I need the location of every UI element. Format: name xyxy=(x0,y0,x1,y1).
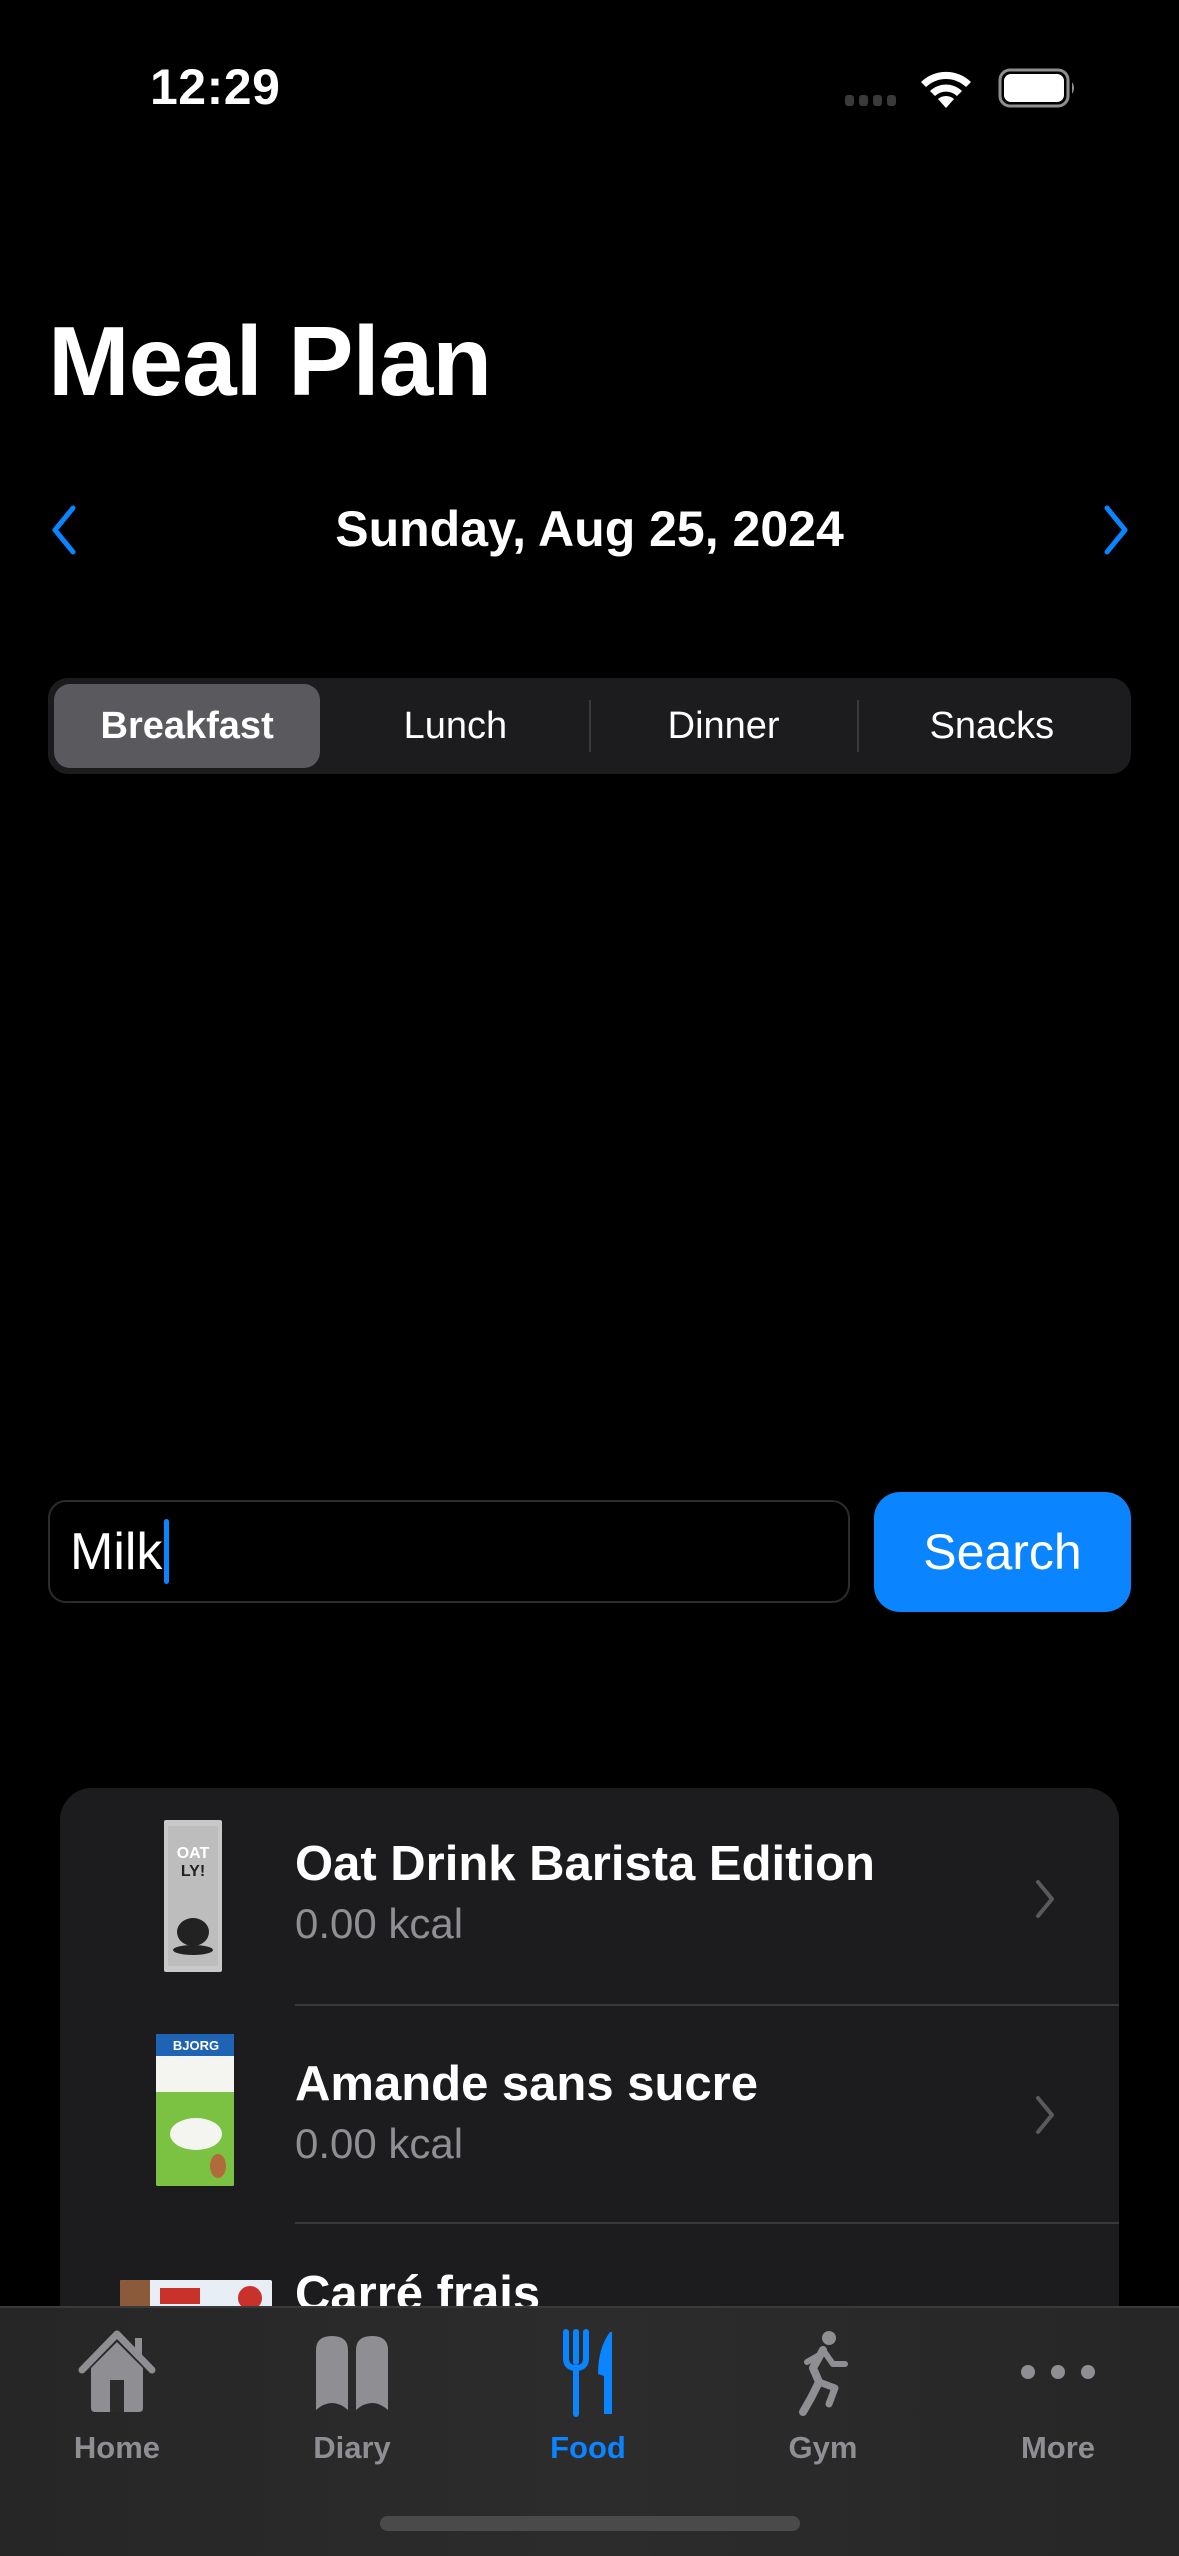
wifi-icon xyxy=(921,71,971,108)
tab-dinner[interactable]: Dinner xyxy=(591,684,857,768)
tab-snacks[interactable]: Snacks xyxy=(859,684,1125,768)
battery-full-icon xyxy=(998,68,1074,108)
signal-dots-icon xyxy=(845,95,896,106)
page-title: Meal Plan xyxy=(48,306,492,416)
svg-text:BJORG: BJORG xyxy=(173,2038,219,2053)
text-caret xyxy=(164,1519,170,1584)
tab-label: Gym xyxy=(788,2430,858,2465)
tab-label: Diary xyxy=(313,2430,391,2465)
tab-lunch[interactable]: Lunch xyxy=(322,684,588,768)
list-item[interactable]: BJORG Amande sans sucre 0.00 kcal xyxy=(60,2006,1119,2222)
fork-knife-icon xyxy=(563,2329,612,2417)
tab-label: Home xyxy=(73,2430,161,2465)
search-button[interactable]: Search xyxy=(874,1492,1131,1612)
chevron-right-icon xyxy=(1036,1880,1054,1918)
chevron-right-icon[interactable] xyxy=(1095,500,1135,560)
list-item[interactable]: Carré frais xyxy=(60,2224,1119,2308)
tab-breakfast[interactable]: Breakfast xyxy=(54,684,321,768)
meal-segmented-control: Breakfast Lunch Dinner Snacks xyxy=(48,678,1131,774)
result-kcal: 0.00 kcal xyxy=(295,1900,464,1947)
chevron-right-icon xyxy=(1036,2096,1054,2134)
list-item[interactable]: OAT LY! Oat Drink Barista Edition 0.00 k… xyxy=(60,1788,1119,2004)
book-icon xyxy=(316,2336,388,2410)
home-indicator[interactable] xyxy=(380,2516,800,2531)
oatly-carton-image: OAT LY! xyxy=(164,1820,222,1972)
tab-label: More xyxy=(1020,2430,1096,2465)
running-figure-icon xyxy=(799,2331,848,2416)
date-navigator: Sunday, Aug 25, 2024 xyxy=(0,490,1179,570)
tab-more[interactable]: More xyxy=(968,2328,1148,2478)
tab-label: Food xyxy=(550,2430,626,2465)
result-kcal: 0.00 kcal xyxy=(295,2120,464,2167)
ellipsis-icon xyxy=(1021,2365,1095,2379)
tab-food[interactable]: Food xyxy=(498,2328,678,2478)
status-time: 12:29 xyxy=(150,59,281,115)
svg-text:LY!: LY! xyxy=(181,1863,205,1880)
search-row: Milk Search xyxy=(48,1492,1131,1612)
search-input[interactable]: Milk xyxy=(48,1500,850,1603)
carre-frais-package-image xyxy=(120,2280,272,2308)
current-date: Sunday, Aug 25, 2024 xyxy=(335,501,844,557)
tab-gym[interactable]: Gym xyxy=(733,2328,913,2478)
result-name: Carré frais xyxy=(295,2267,541,2308)
search-input-value: Milk xyxy=(70,1522,163,1581)
result-name: Amande sans sucre xyxy=(295,2057,758,2111)
status-bar: 12:29 xyxy=(0,0,1179,170)
bjorg-carton-image: BJORG xyxy=(156,2034,234,2186)
result-name: Oat Drink Barista Edition xyxy=(295,1837,875,1891)
house-icon xyxy=(78,2330,156,2412)
tab-diary[interactable]: Diary xyxy=(262,2328,442,2478)
svg-text:OAT: OAT xyxy=(177,1845,210,1862)
tab-home[interactable]: Home xyxy=(27,2328,207,2478)
search-results-list: OAT LY! Oat Drink Barista Edition 0.00 k… xyxy=(60,1788,1119,2308)
